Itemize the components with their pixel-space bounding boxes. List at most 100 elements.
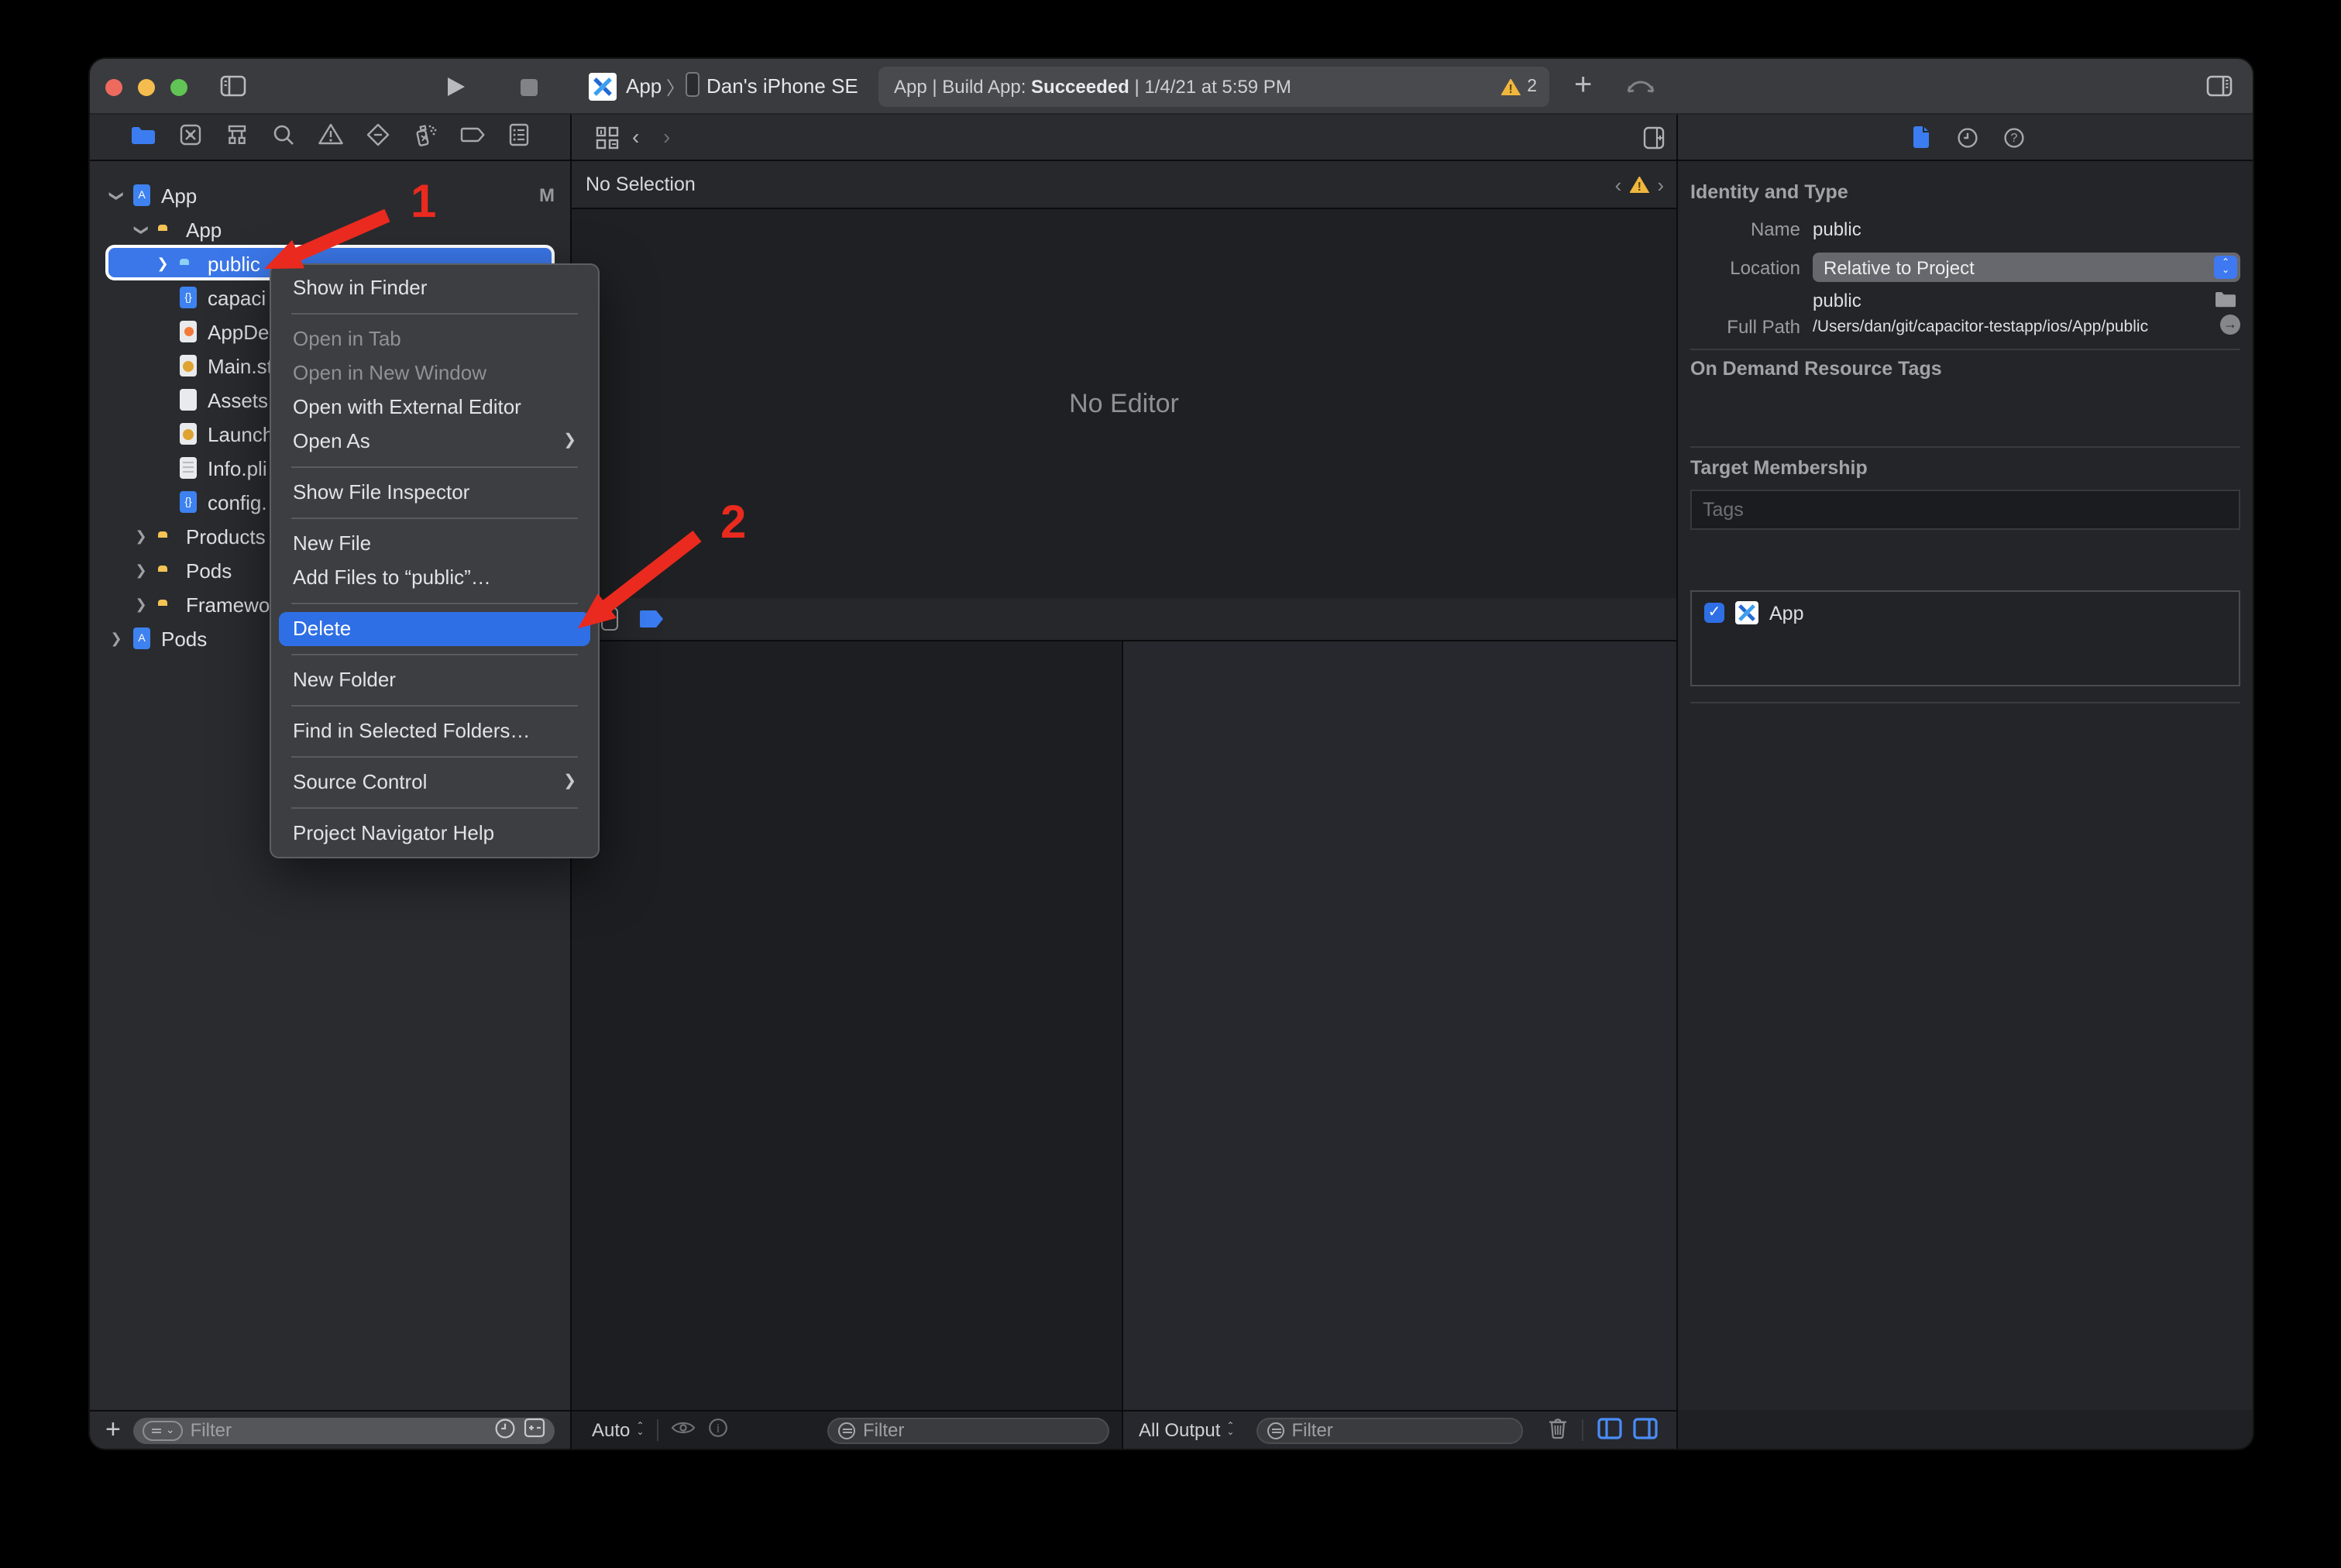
tree-item-label: Pods [161, 627, 207, 650]
close-button[interactable] [105, 79, 122, 96]
version-editor-icon[interactable] [1624, 74, 1658, 98]
menu-item-open-with-external-editor[interactable]: Open with External Editor [271, 390, 598, 425]
test-navigator-tab-icon[interactable] [366, 122, 390, 154]
issue-navigator-tab-warning-icon[interactable] [318, 122, 344, 153]
toggle-variables-pane-icon[interactable] [1597, 1417, 1621, 1443]
find-navigator-tab-search-icon[interactable] [271, 122, 296, 154]
eye-icon[interactable] [670, 1419, 695, 1441]
navigator-filter-field[interactable]: ⌄ [133, 1417, 555, 1443]
warning-icon[interactable]: ! [1629, 176, 1649, 193]
name-value[interactable]: public [1813, 218, 1861, 240]
symbol-navigator-tab-icon[interactable] [225, 122, 249, 154]
target-name: App [1769, 602, 1804, 624]
console-filter-input[interactable] [1291, 1419, 1511, 1441]
toggle-left-sidebar-icon[interactable] [220, 74, 246, 98]
menu-item-add-files[interactable]: Add Files to “public”… [271, 561, 598, 595]
editor-inspector-divider[interactable] [1676, 115, 1678, 1449]
jump-bar-selection[interactable]: No Selection [586, 174, 696, 195]
menu-separator [271, 510, 598, 527]
chevron-right-icon[interactable]: ❯ [133, 596, 149, 613]
app-scheme-icon [589, 73, 617, 101]
tree-row-app-project[interactable]: ❯ A App M [90, 178, 570, 212]
debug-view-icon[interactable] [601, 607, 618, 631]
menu-item-show-in-finder[interactable]: Show in Finder [271, 271, 598, 305]
editor-tab-bar: ‹ › [570, 115, 1676, 161]
history-inspector-tab-clock-icon[interactable] [1957, 127, 1978, 156]
chevron-down-icon[interactable]: ❯ [108, 187, 125, 203]
menu-item-find-in-selected-folders[interactable]: Find in Selected Folders… [271, 714, 598, 748]
menu-item-open-as[interactable]: Open As❯ [271, 425, 598, 459]
variables-filter-input[interactable] [863, 1419, 1098, 1441]
navigator-filter-input[interactable] [191, 1419, 486, 1441]
tree-item-label: Launch [208, 422, 273, 445]
run-button[interactable] [446, 76, 466, 98]
project-navigator-tab-folder-icon[interactable] [130, 123, 156, 153]
add-editor-icon[interactable] [1642, 126, 1666, 158]
console-filter-field[interactable] [1256, 1417, 1522, 1443]
screenshot-stage: App 〉 Dan's iPhone SE App | Build App: S… [0, 0, 2341, 1568]
source-control-navigator-tab-icon[interactable] [178, 122, 203, 154]
add-item-plus-icon[interactable]: + [105, 1415, 121, 1446]
app-target-checkbox[interactable]: ✓ [1704, 603, 1724, 623]
navigator-filter-bar: + ⌄ [90, 1410, 570, 1449]
tree-item-label: Pods [186, 559, 232, 582]
tree-item-label: Framewo [186, 593, 270, 616]
debug-panes-divider[interactable] [1122, 641, 1123, 1449]
open-path-arrow-icon[interactable]: → [2220, 315, 2240, 335]
recent-files-clock-icon[interactable] [494, 1417, 516, 1443]
warning-icon[interactable]: ! [1501, 78, 1521, 95]
scm-changes-filter-icon[interactable] [524, 1418, 545, 1442]
scheme-name[interactable]: App [626, 74, 662, 98]
next-issue-chevron-icon[interactable]: › [1657, 173, 1664, 196]
zoom-button[interactable] [170, 79, 187, 96]
svg-text:?: ? [2011, 132, 2018, 145]
stop-button[interactable] [521, 79, 538, 96]
select-stepper-icon: ⌃⌄ [2214, 256, 2237, 279]
chevron-right-icon[interactable]: ❯ [108, 630, 124, 647]
tree-row-app-folder[interactable]: ❯ App [90, 212, 570, 246]
choose-folder-icon[interactable] [2214, 288, 2237, 316]
location-select[interactable]: Relative to Project ⌃⌄ [1813, 253, 2240, 282]
breakpoint-navigator-tab-tag-icon[interactable] [460, 123, 486, 153]
menu-item-show-file-inspector[interactable]: Show File Inspector [271, 476, 598, 510]
location-label: Location [1678, 257, 1800, 279]
clear-console-trash-icon[interactable] [1547, 1416, 1567, 1444]
variables-filter-field[interactable] [827, 1417, 1109, 1443]
chevron-right-icon[interactable]: ❯ [155, 255, 170, 272]
breakpoints-toggle-icon[interactable] [640, 610, 663, 628]
variables-scope-select[interactable]: Auto [592, 1419, 630, 1441]
menu-item-project-navigator-help[interactable]: Project Navigator Help [271, 817, 598, 851]
toggle-console-pane-icon[interactable] [1632, 1417, 1657, 1443]
info-icon[interactable]: i [707, 1418, 727, 1442]
tags-input[interactable] [1690, 490, 2240, 530]
chevron-down-icon[interactable]: ❯ [132, 222, 150, 237]
variables-view [572, 641, 1122, 1410]
chevron-right-icon[interactable]: ❯ [133, 528, 149, 545]
forward-chevron-icon[interactable]: › [663, 124, 670, 149]
console-scope-select[interactable]: All Output [1139, 1419, 1220, 1441]
file-inspector-tab-icon[interactable] [1912, 126, 1930, 156]
previous-issue-chevron-icon[interactable]: ‹ [1615, 173, 1622, 196]
toggle-right-sidebar-icon[interactable] [2206, 74, 2233, 98]
back-chevron-icon[interactable]: ‹ [632, 124, 639, 149]
console-bar: All Output ⌃⌄ [1123, 1410, 1676, 1449]
target-membership-list: ✓ App [1690, 590, 2240, 686]
minimize-button[interactable] [138, 79, 155, 96]
chevron-right-icon[interactable]: ❯ [133, 562, 149, 579]
json-file-icon: {} [180, 491, 197, 513]
menu-item-new-file[interactable]: New File [271, 527, 598, 561]
related-items-grid-icon[interactable] [595, 126, 620, 158]
library-add-icon[interactable]: + [1574, 68, 1592, 104]
activity-status[interactable]: App | Build App: Succeeded | 1/4/21 at 5… [878, 67, 1549, 107]
menu-item-new-folder[interactable]: New Folder [271, 663, 598, 697]
status-text-result: Succeeded [1031, 76, 1129, 98]
run-destination[interactable]: Dan's iPhone SE [706, 74, 858, 98]
quick-help-inspector-tab-icon[interactable]: ? [2003, 127, 2025, 156]
debug-navigator-tab-spray-icon[interactable] [412, 122, 438, 154]
report-navigator-tab-list-icon[interactable] [508, 122, 530, 154]
menu-separator [271, 595, 598, 612]
menu-item-source-control[interactable]: Source Control❯ [271, 765, 598, 799]
swift-file-icon [180, 321, 197, 342]
menu-item-delete[interactable]: Delete [279, 612, 590, 646]
target-row-app[interactable]: ✓ App [1692, 592, 2239, 634]
